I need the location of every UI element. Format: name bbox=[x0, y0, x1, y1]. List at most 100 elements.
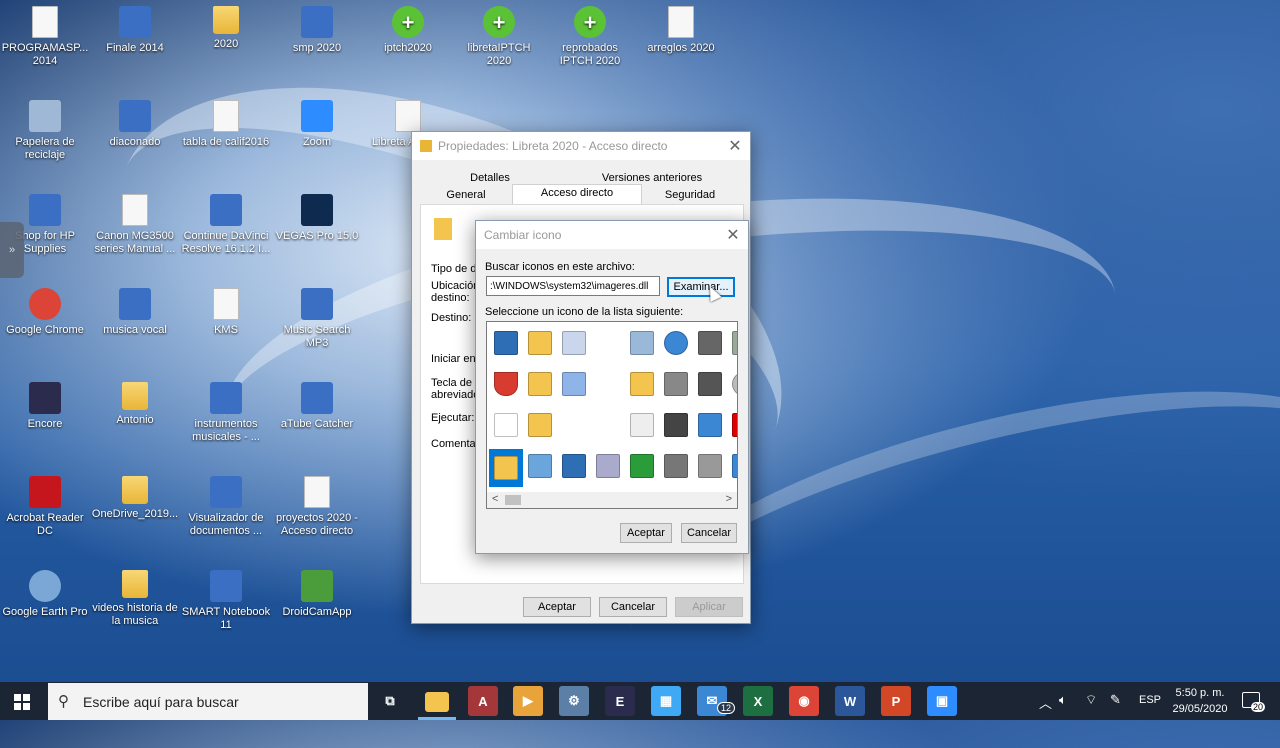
folder-icon[interactable] bbox=[557, 367, 591, 401]
desktop-icon[interactable]: videos historia de la musica bbox=[90, 570, 180, 628]
change-icon-titlebar[interactable]: Cambiar icono bbox=[476, 221, 748, 249]
desktop-icon[interactable]: SMART Notebook 11 bbox=[181, 570, 271, 632]
icon-file-path-input[interactable] bbox=[486, 276, 660, 296]
drive-icon[interactable] bbox=[693, 326, 727, 360]
printer-icon[interactable] bbox=[693, 367, 727, 401]
encore-icon[interactable]: E bbox=[605, 686, 635, 716]
word-icon[interactable]: W bbox=[835, 686, 865, 716]
chrome-icon[interactable]: ◉ bbox=[789, 686, 819, 716]
blank-icon[interactable] bbox=[591, 367, 625, 401]
desktop-icon[interactable]: + reprobados IPTCH 2020 bbox=[545, 6, 635, 68]
properties-titlebar[interactable]: Propiedades: Libreta 2020 - Acceso direc… bbox=[412, 132, 750, 160]
access-icon[interactable]: A bbox=[468, 686, 498, 716]
folder-icon[interactable] bbox=[523, 408, 557, 442]
task-view-icon[interactable]: ⧉ bbox=[375, 686, 405, 716]
file-explorer-icon[interactable] bbox=[425, 692, 449, 712]
desktop-icon[interactable]: KMS bbox=[181, 288, 271, 337]
desktop-icon[interactable]: Acrobat Reader DC bbox=[0, 476, 90, 538]
desktop-icon[interactable]: VEGAS Pro 15.0 bbox=[272, 194, 362, 243]
properties-apply-button[interactable]: Aplicar bbox=[675, 597, 743, 617]
film-icon[interactable] bbox=[659, 408, 693, 442]
desktop-icon[interactable]: tabla de calif2016 bbox=[181, 100, 271, 149]
document-icon[interactable] bbox=[625, 408, 659, 442]
desktop-icon[interactable]: PROGRAMASP... 2014 bbox=[0, 6, 90, 68]
volume-icon[interactable]: 🔈︎ bbox=[1059, 692, 1067, 708]
change-icon-cancel-button[interactable]: Cancelar bbox=[681, 523, 737, 543]
tab-acceso-directo[interactable]: Acceso directo bbox=[512, 184, 642, 205]
scroll-thumb[interactable] bbox=[505, 495, 521, 505]
disc-icon[interactable] bbox=[727, 367, 737, 401]
picture-icon[interactable] bbox=[625, 326, 659, 360]
desktop-icon[interactable]: musica vocal bbox=[90, 288, 180, 337]
taskbar-search-box[interactable]: ⚲ Escribe aquí para buscar bbox=[48, 683, 368, 720]
file-icon[interactable] bbox=[489, 408, 523, 442]
folder-icon[interactable] bbox=[523, 326, 557, 360]
desktop-icon[interactable]: Continue DaVinci Resolve 16.1.2 I... bbox=[181, 194, 271, 256]
smart-icon[interactable]: ▦ bbox=[651, 686, 681, 716]
network-icon[interactable] bbox=[523, 449, 557, 483]
desktop-icon[interactable]: Music Search MP3 bbox=[272, 288, 362, 350]
drive-icon[interactable] bbox=[693, 449, 727, 483]
tab-general[interactable]: General bbox=[420, 187, 512, 203]
desktop-icon[interactable]: DroidCamApp bbox=[272, 570, 362, 619]
change-icon-ok-button[interactable]: Aceptar bbox=[620, 523, 672, 543]
drive-icon[interactable] bbox=[659, 449, 693, 483]
tab-seguridad[interactable]: Seguridad bbox=[640, 187, 740, 203]
clock-time[interactable]: 5:50 p. m. bbox=[1172, 687, 1228, 699]
monitor-icon[interactable] bbox=[489, 326, 523, 360]
properties-cancel-button[interactable]: Cancelar bbox=[599, 597, 667, 617]
tray-chevron-up-icon[interactable]: ︿ bbox=[1039, 693, 1052, 712]
close-icon[interactable]: ✕ bbox=[724, 135, 746, 157]
folder-icon[interactable] bbox=[489, 449, 523, 487]
clock-date[interactable]: 29/05/2020 bbox=[1168, 703, 1232, 715]
chevron-right-icon[interactable]: > bbox=[726, 493, 732, 505]
powerpoint-icon[interactable]: P bbox=[881, 686, 911, 716]
blank-icon[interactable] bbox=[591, 408, 625, 442]
desktop-icon[interactable]: + libretaIPTCH 2020 bbox=[454, 6, 544, 68]
desktop-icon[interactable]: arreglos 2020 bbox=[636, 6, 726, 55]
desktop-icon[interactable]: proyectos 2020 - Acceso directo bbox=[272, 476, 362, 538]
search-folder-icon[interactable] bbox=[625, 367, 659, 401]
desktop-icon[interactable]: Zoom bbox=[272, 100, 362, 149]
desktop-icon[interactable]: Papelera de reciclaje bbox=[0, 100, 90, 162]
zoom-icon[interactable]: ▣ bbox=[927, 686, 957, 716]
drive-icon[interactable] bbox=[727, 326, 737, 360]
globe-icon[interactable] bbox=[659, 326, 693, 360]
card-icon[interactable] bbox=[591, 449, 625, 483]
windows-start-icon[interactable] bbox=[14, 694, 30, 710]
desktop-icon[interactable]: Antonio bbox=[90, 382, 180, 427]
blank-icon[interactable] bbox=[557, 408, 591, 442]
desktop-icon[interactable]: instrumentos musicales - ... bbox=[181, 382, 271, 444]
desktop-icon[interactable]: Google Earth Pro bbox=[0, 570, 90, 619]
grid-icon[interactable] bbox=[727, 449, 737, 483]
window-icon[interactable] bbox=[557, 449, 591, 483]
check-screen-icon[interactable] bbox=[625, 449, 659, 483]
desktop-icon[interactable]: smp 2020 bbox=[272, 6, 362, 55]
chevron-left-icon[interactable]: < bbox=[492, 493, 498, 505]
blank-icon[interactable] bbox=[591, 326, 625, 360]
icon-list[interactable]: < > bbox=[486, 321, 738, 509]
wifi-icon[interactable]: ⌔ bbox=[1085, 692, 1097, 708]
remove-drive-icon[interactable] bbox=[727, 408, 737, 442]
side-dock-handle[interactable]: » bbox=[0, 222, 24, 278]
finale-icon[interactable]: ⚙ bbox=[559, 686, 589, 716]
folder-icon[interactable] bbox=[557, 326, 591, 360]
music-icon[interactable] bbox=[659, 367, 693, 401]
desktop-icon[interactable]: diaconado bbox=[90, 100, 180, 149]
desktop-icon[interactable]: Google Chrome bbox=[0, 288, 90, 337]
shield-icon[interactable] bbox=[489, 367, 523, 401]
properties-ok-button[interactable]: Aceptar bbox=[523, 597, 591, 617]
excel-icon[interactable]: X bbox=[743, 686, 773, 716]
desktop-icon[interactable]: Finale 2014 bbox=[90, 6, 180, 55]
icon-list-scrollbar[interactable]: < > bbox=[487, 492, 737, 508]
desktop-icon[interactable]: Encore bbox=[0, 382, 90, 431]
close-icon[interactable]: ✕ bbox=[722, 224, 744, 246]
desktop-icon[interactable]: aTube Catcher bbox=[272, 382, 362, 431]
media-player-icon[interactable]: ▶ bbox=[513, 686, 543, 716]
desktop-icon[interactable]: Canon MG3500 series Manual ... bbox=[90, 194, 180, 256]
browse-button[interactable]: Examinar... bbox=[667, 277, 735, 297]
desktop-icon[interactable]: OneDrive_2019... bbox=[90, 476, 180, 521]
pen-icon[interactable]: ✎ bbox=[1110, 692, 1121, 708]
desktop-icon[interactable]: Visualizador de documentos ... bbox=[181, 476, 271, 538]
desktop-icon[interactable]: 2020 bbox=[181, 6, 271, 51]
